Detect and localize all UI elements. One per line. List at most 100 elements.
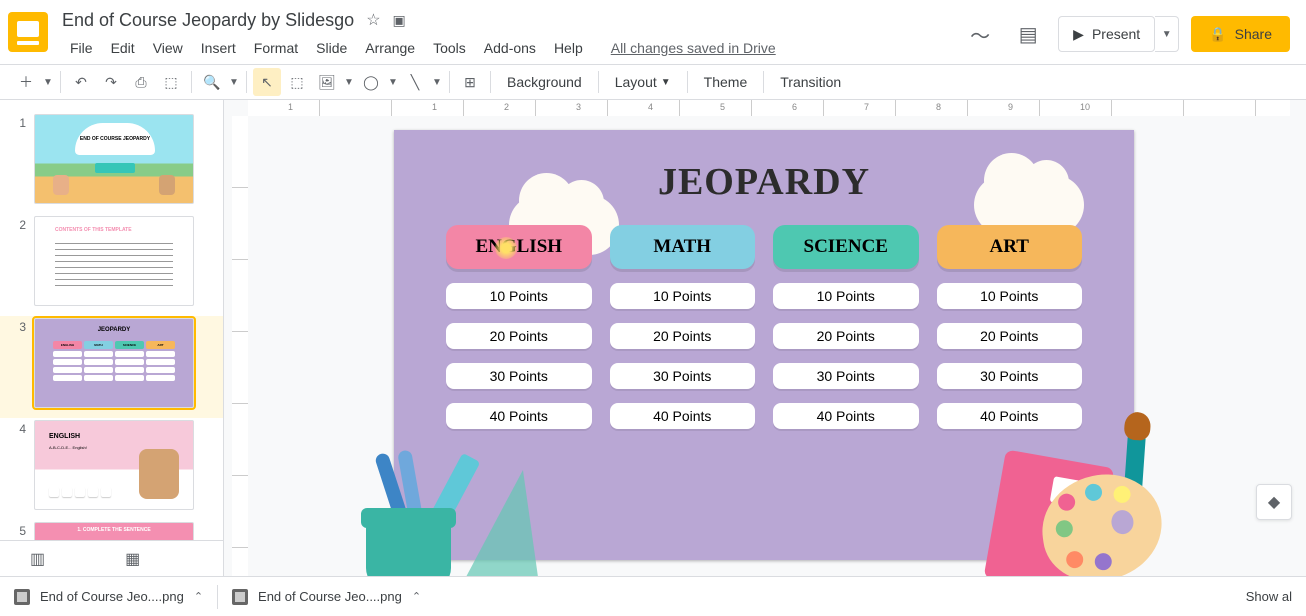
- slide-canvas[interactable]: JEOPARDY ENGLISH MATH SCIENCE ART 10 Points 1…: [394, 130, 1134, 560]
- menu-add-ons[interactable]: Add-ons: [476, 36, 544, 60]
- menu-file[interactable]: File: [62, 36, 101, 60]
- thumb-title: JEOPARDY: [35, 327, 193, 333]
- explore-button[interactable]: ◆: [1256, 484, 1292, 520]
- points-button[interactable]: 10 Points: [610, 283, 756, 309]
- download-bar: End of Course Jeo....png ⌃ End of Course…: [0, 576, 1306, 616]
- new-slide-button[interactable]: ＋: [12, 68, 40, 96]
- points-button[interactable]: 20 Points: [937, 323, 1083, 349]
- points-button[interactable]: 30 Points: [446, 363, 592, 389]
- category-art[interactable]: ART: [937, 225, 1083, 269]
- image-dropdown[interactable]: ▼: [343, 68, 355, 96]
- paint-format-button[interactable]: ⬚: [157, 68, 185, 96]
- present-dropdown[interactable]: ▼: [1155, 16, 1179, 52]
- slide-number: 2: [12, 216, 26, 306]
- line-dropdown[interactable]: ▼: [431, 68, 443, 96]
- menu-insert[interactable]: Insert: [193, 36, 244, 60]
- points-button[interactable]: 40 Points: [773, 403, 919, 429]
- points-button[interactable]: 20 Points: [446, 323, 592, 349]
- slide-thumb-3[interactable]: 3 JEOPARDY ENGLISHMATHSCIENCEART: [0, 316, 223, 418]
- slide-number: 1: [12, 114, 26, 204]
- comment-button[interactable]: ⊞: [456, 68, 484, 96]
- ruler-vertical: [232, 116, 248, 576]
- slide-thumb-1[interactable]: 1 END OF COURSE JEOPARDY: [0, 112, 223, 214]
- thumb-title: ENGLISH: [49, 433, 80, 440]
- cup-decoration: [356, 470, 476, 576]
- menu-edit[interactable]: Edit: [103, 36, 143, 60]
- file-name: End of Course Jeo....png: [258, 589, 402, 604]
- background-button[interactable]: Background: [497, 68, 592, 96]
- undo-button[interactable]: ↶: [67, 68, 95, 96]
- category-math[interactable]: MATH: [610, 225, 756, 269]
- thumb-title: CONTENTS OF THIS TEMPLATE: [55, 227, 132, 233]
- shape-tool[interactable]: ◯: [357, 68, 385, 96]
- ruler-horizontal: 112345678910: [248, 100, 1290, 116]
- thumb-subtitle: A-B-C-D-E... English!: [49, 445, 87, 450]
- download-file-2[interactable]: End of Course Jeo....png ⌃: [218, 577, 435, 616]
- menu-format[interactable]: Format: [246, 36, 306, 60]
- menu-arrange[interactable]: Arrange: [357, 36, 423, 60]
- zoom-button[interactable]: 🔍: [198, 68, 226, 96]
- points-button[interactable]: 30 Points: [937, 363, 1083, 389]
- thumb-title: END OF COURSE JEOPARDY: [75, 123, 155, 155]
- filmstrip-view-icon[interactable]: ▥: [30, 549, 45, 569]
- category-english[interactable]: ENGLISH: [446, 225, 592, 269]
- points-button[interactable]: 20 Points: [610, 323, 756, 349]
- points-button[interactable]: 40 Points: [937, 403, 1083, 429]
- slide-title[interactable]: JEOPARDY: [394, 160, 1134, 204]
- image-tool[interactable]: 🖼: [313, 68, 341, 96]
- points-button[interactable]: 10 Points: [937, 283, 1083, 309]
- points-button[interactable]: 30 Points: [610, 363, 756, 389]
- points-button[interactable]: 10 Points: [773, 283, 919, 309]
- points-button[interactable]: 40 Points: [446, 403, 592, 429]
- menu-slide[interactable]: Slide: [308, 36, 355, 60]
- select-tool[interactable]: ↖: [253, 68, 281, 96]
- new-slide-dropdown[interactable]: ▼: [42, 68, 54, 96]
- menu-view[interactable]: View: [145, 36, 191, 60]
- save-status[interactable]: All changes saved in Drive: [611, 40, 776, 56]
- play-icon: ▶: [1073, 26, 1084, 43]
- slides-logo[interactable]: [8, 12, 48, 52]
- chevron-down-icon: ▼: [661, 77, 671, 88]
- textbox-tool[interactable]: ⬚: [283, 68, 311, 96]
- print-button[interactable]: ⎙: [127, 68, 155, 96]
- layout-button[interactable]: Layout ▼: [605, 68, 681, 96]
- slide-number: 3: [12, 318, 26, 408]
- canvas-area[interactable]: 112345678910 JEOPARDY ENGLISH MATH SCIENCE…: [224, 100, 1306, 576]
- grid-view-icon[interactable]: ▦: [125, 549, 140, 569]
- download-file-1[interactable]: End of Course Jeo....png ⌃: [0, 577, 217, 616]
- chevron-up-icon[interactable]: ⌃: [194, 590, 203, 603]
- points-button[interactable]: 30 Points: [773, 363, 919, 389]
- slide-thumb-2[interactable]: 2 CONTENTS OF THIS TEMPLATE: [0, 214, 223, 316]
- toolbar: ＋ ▼ ↶ ↷ ⎙ ⬚ 🔍 ▼ ↖ ⬚ 🖼 ▼ ◯ ▼ ╲ ▼ ⊞ Backgr…: [0, 64, 1306, 100]
- points-button[interactable]: 10 Points: [446, 283, 592, 309]
- menu-tools[interactable]: Tools: [425, 36, 474, 60]
- show-all-button[interactable]: Show al: [1232, 589, 1306, 604]
- shape-dropdown[interactable]: ▼: [387, 68, 399, 96]
- transition-button[interactable]: Transition: [770, 68, 851, 96]
- share-button[interactable]: 🔒 Share: [1191, 16, 1290, 52]
- category-science[interactable]: SCIENCE: [773, 225, 919, 269]
- zoom-dropdown[interactable]: ▼: [228, 68, 240, 96]
- lock-icon: 🔒: [1209, 26, 1226, 43]
- redo-button[interactable]: ↷: [97, 68, 125, 96]
- thumb-title: 1. COMPLETE THE SENTENCE: [35, 527, 193, 533]
- move-icon[interactable]: ▣: [393, 12, 406, 29]
- comments-icon[interactable]: ▤: [1010, 16, 1046, 52]
- slide-panel[interactable]: 1 END OF COURSE JEOPARDY 2 CONTENTS OF T…: [0, 100, 224, 576]
- activity-icon[interactable]: 〜: [962, 16, 998, 52]
- points-button[interactable]: 40 Points: [610, 403, 756, 429]
- slide-number: 4: [12, 420, 26, 510]
- line-tool[interactable]: ╲: [401, 68, 429, 96]
- file-name: End of Course Jeo....png: [40, 589, 184, 604]
- present-label: Present: [1092, 26, 1140, 42]
- doc-title[interactable]: End of Course Jeopardy by Slidesgo: [62, 10, 354, 31]
- present-button[interactable]: ▶ Present: [1058, 16, 1155, 52]
- layout-label: Layout: [615, 74, 657, 90]
- slide-thumb-4[interactable]: 4 ENGLISH A-B-C-D-E... English!: [0, 418, 223, 520]
- theme-button[interactable]: Theme: [694, 68, 758, 96]
- menu-help[interactable]: Help: [546, 36, 591, 60]
- chevron-up-icon[interactable]: ⌃: [412, 590, 421, 603]
- star-icon[interactable]: ☆: [366, 10, 380, 30]
- points-button[interactable]: 20 Points: [773, 323, 919, 349]
- file-icon: [232, 589, 248, 605]
